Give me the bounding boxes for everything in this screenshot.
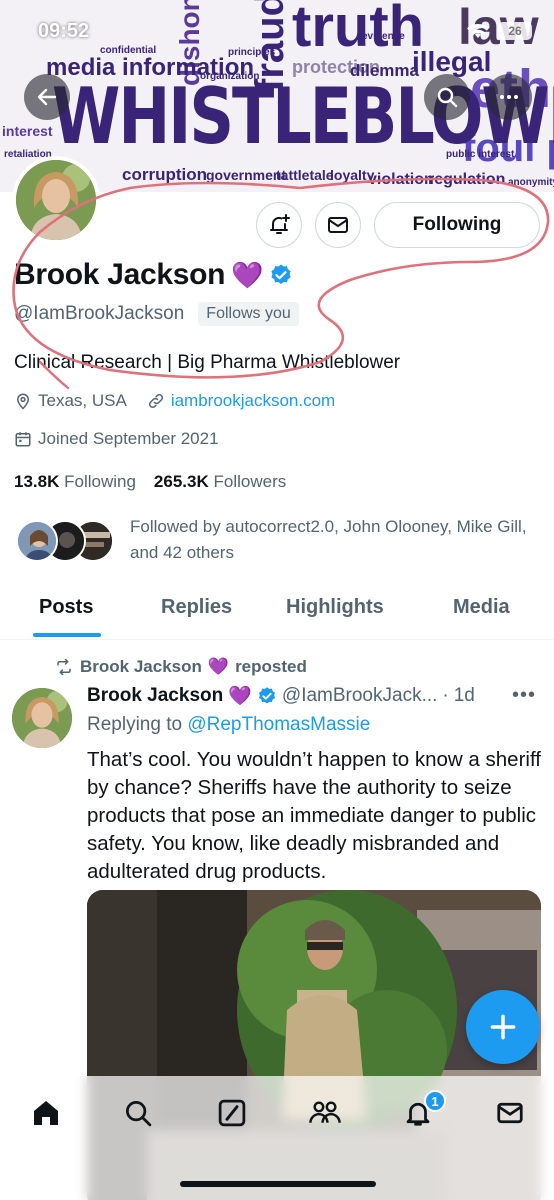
post-more-icon[interactable]: ••• [512,684,536,707]
banner-word: corruption [122,165,207,184]
arrow-left-icon [37,88,57,106]
profile-avatar[interactable] [12,156,100,244]
envelope-icon [328,217,348,233]
repost-indicator: Brook Jackson 💜 reposted [54,657,307,677]
purple-heart-emoji: 💜 [231,259,264,290]
tab-posts[interactable]: Posts [39,596,93,619]
wifi-icon [467,24,489,38]
avatar-image [12,688,72,748]
banner-word: regulation [428,171,506,188]
followers-count-link[interactable]: 265.3K Followers [154,472,286,492]
profile-name-text: Brook Jackson [14,258,226,291]
tab-media[interactable]: Media [453,596,510,619]
active-tab-indicator [33,633,101,637]
following-button[interactable]: Following [374,202,540,248]
subscribe-notifications-button[interactable] [256,202,302,248]
grok-icon [218,1099,246,1127]
post-time-separator: · [442,685,449,706]
compose-post-button[interactable] [466,990,540,1064]
profile-meta-joined: Joined September 2021 [14,429,219,449]
profile-bio: Clinical Research | Big Pharma Whistlebl… [14,352,401,373]
repost-emoji: 💜 [207,657,230,676]
communities-icon [309,1101,341,1123]
verified-badge-icon [271,264,291,284]
home-indicator [180,1181,376,1187]
message-button[interactable] [315,202,361,248]
replying-to-label: Replying to [87,714,183,735]
banner-title-word: WHISTLEBLOWER [52,70,554,162]
link-icon [148,393,163,409]
following-count-link[interactable]: 13.8K Following [14,472,136,492]
bell-plus-icon [270,214,290,234]
status-bar: 09:52 26 [0,0,554,66]
followers-label: Followers [213,472,287,491]
followers-count: 265.3K [153,472,209,491]
messages-icon [497,1102,523,1124]
banner-word: violation [368,171,434,188]
nav-communities[interactable] [305,1093,345,1133]
follow-counts: 13.8K Following 265.3K Followers [14,472,286,492]
tab-highlights[interactable]: Highlights [286,596,384,619]
following-count: 13.8K [14,472,60,491]
search-button[interactable] [424,74,470,120]
profile-joined: Joined September 2021 [38,429,219,448]
more-options-button[interactable] [486,74,532,120]
verified-badge-icon [258,687,275,704]
status-time: 09:52 [38,20,90,42]
post-author-emoji: 💜 [228,686,252,707]
profile-location: Texas, USA [38,391,127,410]
post-header: Brook Jackson 💜 @IamBrookJack... · 1d [87,684,475,708]
home-icon [34,1101,58,1125]
post-author-name[interactable]: Brook Jackson [87,685,223,707]
battery-indicator: 26 [498,22,532,40]
nav-grok[interactable] [212,1093,252,1133]
post-author-avatar[interactable] [12,688,72,748]
nav-search[interactable] [118,1093,158,1133]
back-button[interactable] [24,74,70,120]
avatar-image [16,160,96,240]
notification-badge: 1 [424,1090,446,1112]
profile-tabs: Posts Replies Highlights Media [0,586,554,640]
followed-by-text[interactable]: Followed by autocorrect2.0, John Olooney… [130,514,530,566]
follows-you-badge: Follows you [198,302,299,326]
profile-website-link[interactable]: iambrookjackson.com [171,391,335,411]
following-label: Following [64,472,136,491]
banner-word: anonymity [508,177,554,188]
replying-to-handle[interactable]: @RepThomasMassie [187,714,370,735]
repost-label: reposted [235,657,307,676]
nav-messages[interactable] [490,1093,530,1133]
banner-word: tattletale [276,167,334,183]
tab-replies[interactable]: Replies [161,596,232,619]
location-pin-icon [16,393,30,410]
banner-word: interest [2,123,53,139]
profile-name: Brook Jackson 💜 [14,258,293,292]
search-icon [437,87,458,108]
status-indicators: 26 [466,22,532,40]
handle-row: @IamBrookJackson Follows you [14,302,299,326]
follower-avatar[interactable] [16,520,58,562]
nav-home[interactable] [26,1093,66,1133]
post-author-handle[interactable]: @IamBrookJack... [282,685,438,707]
banner-word: government [206,167,287,183]
post-time[interactable]: 1d [454,685,475,707]
plus-icon [490,1014,516,1040]
calendar-icon [15,432,31,447]
profile-handle: @IamBrookJackson [14,303,185,324]
profile-meta-location-website: Texas, USA iambrookjackson.com [14,391,335,411]
more-horizontal-icon [500,95,518,99]
repost-user[interactable]: Brook Jackson [80,657,202,677]
post-text: That’s cool. You wouldn’t happen to know… [87,748,541,883]
repost-icon [57,658,71,676]
replying-to: Replying to @RepThomasMassie [87,714,370,736]
search-icon [126,1101,152,1127]
